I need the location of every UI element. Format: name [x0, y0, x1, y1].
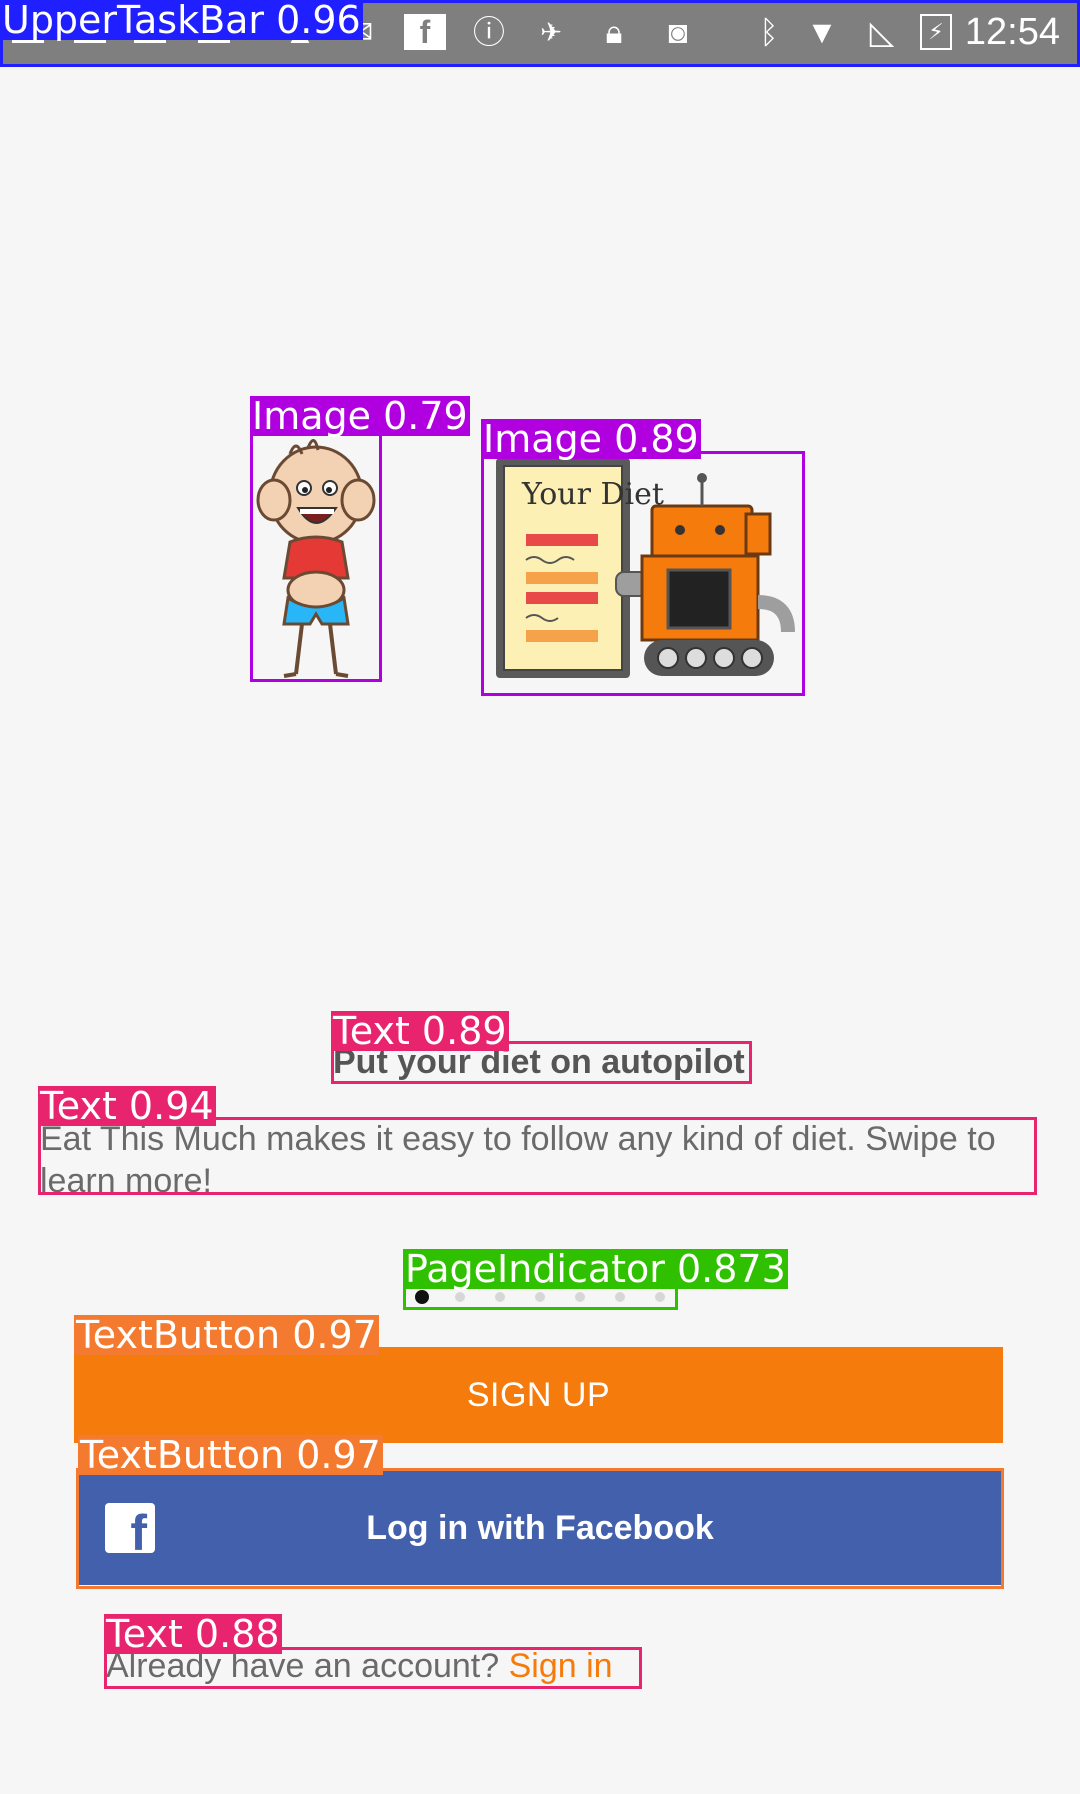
detection-box-kid-image [250, 430, 382, 682]
detection-label-page-indicator: PageIndicator 0.873 [403, 1247, 788, 1291]
detection-box-description [38, 1117, 1037, 1195]
detection-label-facebook: TextButton 0.97 [78, 1433, 383, 1477]
detection-label-sign-in: Text 0.88 [104, 1612, 282, 1656]
detection-label-status-bar: UpperTaskBar 0.96 [0, 0, 363, 42]
detection-box-facebook [76, 1468, 1004, 1589]
detection-box-robot-image [481, 451, 805, 696]
sign-up-button[interactable]: SIGN UP [74, 1347, 1003, 1443]
detection-label-description: Text 0.94 [38, 1084, 216, 1128]
detection-label-headline: Text 0.89 [331, 1009, 509, 1053]
detection-label-sign-up: TextButton 0.97 [74, 1313, 379, 1357]
detection-label-kid-image: Image 0.79 [250, 394, 470, 438]
detection-label-robot-image: Image 0.89 [481, 417, 701, 461]
